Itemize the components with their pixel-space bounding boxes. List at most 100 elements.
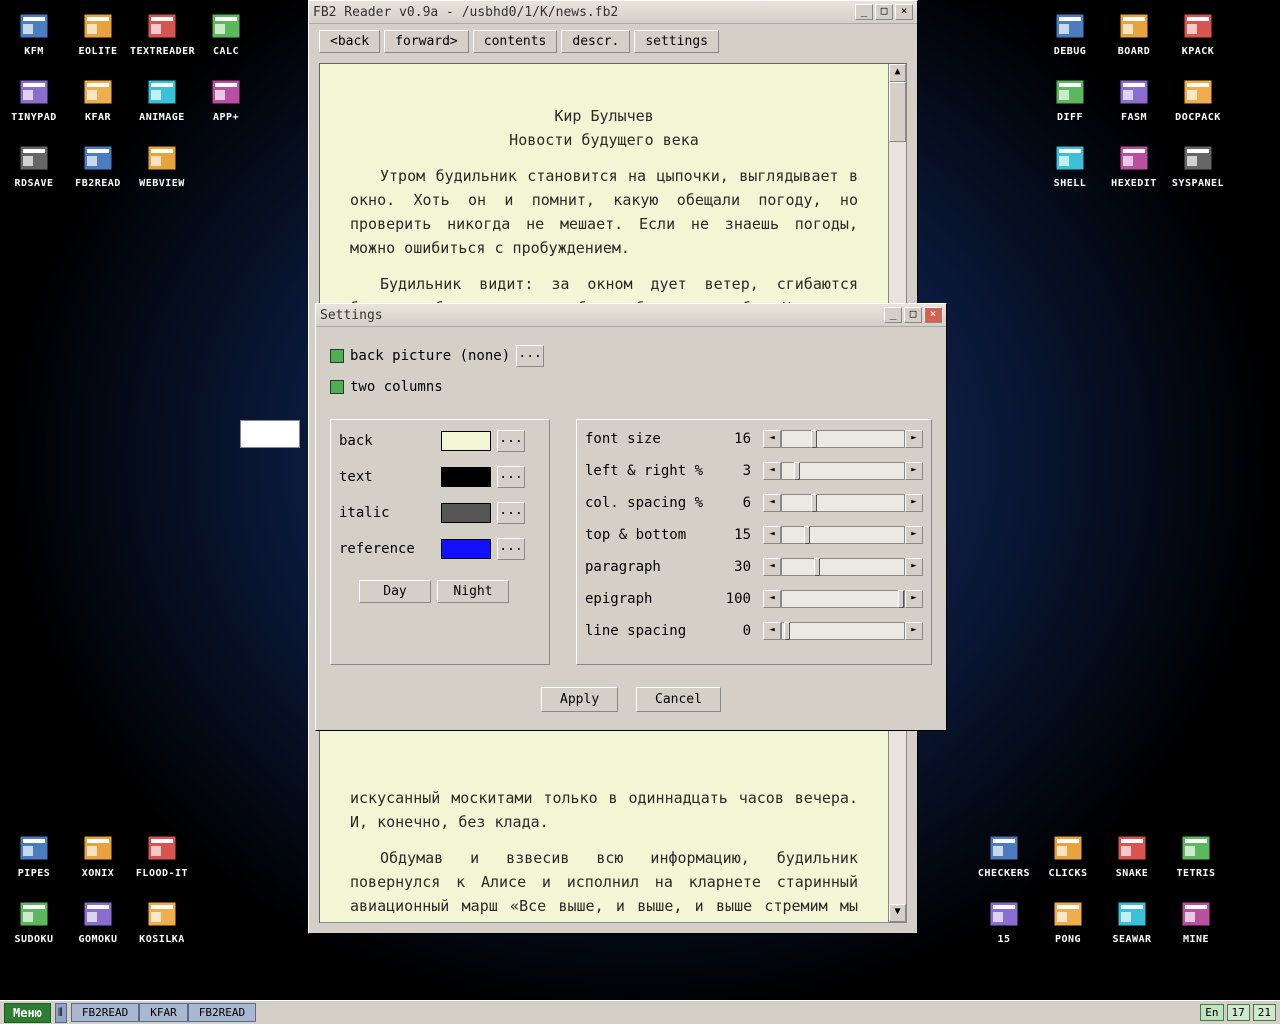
desktop-icon-fasm[interactable]: FASM (1102, 76, 1166, 123)
clock-hours[interactable]: 17 (1227, 1004, 1250, 1021)
desktop-icon-rdsave[interactable]: RDSAVE (2, 142, 66, 189)
slider-increase[interactable]: ► (905, 558, 923, 576)
slider-thumb[interactable] (784, 622, 790, 640)
slider-thumb[interactable] (898, 590, 904, 608)
desktop-icon-syspanel[interactable]: SYSPANEL (1166, 142, 1230, 189)
desktop-icon-kfm[interactable]: KFM (2, 10, 66, 57)
desktop-icon-xonix[interactable]: XONIX (66, 832, 130, 879)
slider-thumb[interactable] (814, 558, 820, 576)
two-columns-checkbox[interactable] (330, 380, 344, 394)
slider-increase[interactable]: ► (905, 526, 923, 544)
scroll-down-button[interactable]: ▼ (889, 904, 906, 922)
slider[interactable]: ◄ ► (763, 558, 923, 576)
slider-track[interactable] (781, 558, 905, 576)
desktop-icon-kosilka[interactable]: KOSILKA (130, 898, 194, 945)
start-menu-button[interactable]: Меню (4, 1003, 51, 1023)
desktop-icon-seawar[interactable]: SEAWAR (1100, 898, 1164, 945)
slider-decrease[interactable]: ◄ (763, 558, 781, 576)
day-button[interactable]: Day (359, 580, 431, 603)
desktop-icon-animage[interactable]: ANIMAGE (130, 76, 194, 123)
desktop-icon-webview[interactable]: WEBVIEW (130, 142, 194, 189)
desktop-icon-hexedit[interactable]: HEXEDIT (1102, 142, 1166, 189)
color-swatch[interactable] (441, 539, 491, 559)
slider-track[interactable] (781, 590, 905, 608)
desktop-icon-kpack[interactable]: KPACK (1166, 10, 1230, 57)
slider-increase[interactable]: ► (905, 622, 923, 640)
slider-increase[interactable]: ► (905, 462, 923, 480)
slider-decrease[interactable]: ◄ (763, 526, 781, 544)
slider-track[interactable] (781, 494, 905, 512)
desktop-icon-docpack[interactable]: DOCPACK (1166, 76, 1230, 123)
desktop-icon-textreader[interactable]: TEXTREADER (130, 10, 194, 57)
slider[interactable]: ◄ ► (763, 462, 923, 480)
apply-button[interactable]: Apply (541, 687, 618, 712)
desktop-icon-board[interactable]: BOARD (1102, 10, 1166, 57)
settings-titlebar[interactable]: Settings _ □ × (316, 304, 946, 327)
slider-track[interactable] (781, 462, 905, 480)
slider-increase[interactable]: ► (905, 430, 923, 448)
desktop-icon-flood-it[interactable]: FLOOD-IT (130, 832, 194, 879)
color-picker-button[interactable]: ... (497, 502, 525, 524)
back-picture-checkbox[interactable] (330, 349, 344, 363)
close-button[interactable]: × (924, 307, 942, 323)
slider[interactable]: ◄ ► (763, 494, 923, 512)
desktop-icon-diff[interactable]: DIFF (1038, 76, 1102, 123)
minimize-button[interactable]: _ (855, 4, 873, 20)
slider-increase[interactable]: ► (905, 590, 923, 608)
color-swatch[interactable] (441, 467, 491, 487)
color-swatch[interactable] (441, 503, 491, 523)
desktop-icon-calc[interactable]: CALC (194, 10, 258, 57)
slider-increase[interactable]: ► (905, 494, 923, 512)
slider-track[interactable] (781, 622, 905, 640)
taskbar-task[interactable]: KFAR (139, 1003, 188, 1022)
desktop-icon-mine[interactable]: MINE (1164, 898, 1228, 945)
desktop-icon-eolite[interactable]: EOLITE (66, 10, 130, 57)
minimize-button[interactable]: _ (884, 307, 902, 323)
slider[interactable]: ◄ ► (763, 430, 923, 448)
back-picture-browse[interactable]: ... (516, 345, 544, 367)
scroll-up-button[interactable]: ▲ (889, 64, 906, 82)
slider[interactable]: ◄ ► (763, 526, 923, 544)
desktop-icon-debug[interactable]: DEBUG (1038, 10, 1102, 57)
slider[interactable]: ◄ ► (763, 590, 923, 608)
color-picker-button[interactable]: ... (497, 430, 525, 452)
desktop-icon-checkers[interactable]: CHECKERS (972, 832, 1036, 879)
slider-decrease[interactable]: ◄ (763, 622, 781, 640)
slider-thumb[interactable] (811, 494, 817, 512)
slider-decrease[interactable]: ◄ (763, 462, 781, 480)
color-picker-button[interactable]: ... (497, 466, 525, 488)
color-picker-button[interactable]: ... (497, 538, 525, 560)
slider-decrease[interactable]: ◄ (763, 590, 781, 608)
contents-button[interactable]: contents (473, 30, 558, 53)
slider-thumb[interactable] (811, 430, 817, 448)
desktop-icon-tetris[interactable]: TETRIS (1164, 832, 1228, 879)
desktop-icon-snake[interactable]: SNAKE (1100, 832, 1164, 879)
scroll-thumb[interactable] (889, 82, 906, 142)
slider-track[interactable] (781, 526, 905, 544)
forward-button[interactable]: forward> (384, 30, 469, 53)
slider[interactable]: ◄ ► (763, 622, 923, 640)
desktop-icon-app+[interactable]: APP+ (194, 76, 258, 123)
task-separator[interactable]: ⦀ (55, 1003, 67, 1023)
desktop-icon-pipes[interactable]: PIPES (2, 832, 66, 879)
taskbar-task[interactable]: FB2READ (71, 1003, 139, 1022)
desktop-icon-fb2read[interactable]: FB2READ (66, 142, 130, 189)
back-button[interactable]: <back (319, 30, 380, 53)
night-button[interactable]: Night (437, 580, 509, 603)
slider-thumb[interactable] (804, 526, 810, 544)
color-swatch[interactable] (441, 431, 491, 451)
clock-minutes[interactable]: 21 (1253, 1004, 1276, 1021)
language-indicator[interactable]: En (1200, 1004, 1223, 1021)
taskbar-task[interactable]: FB2READ (188, 1003, 256, 1022)
desktop-icon-tinypad[interactable]: TINYPAD (2, 76, 66, 123)
desktop-icon-15[interactable]: 15 (972, 898, 1036, 945)
desktop-icon-sudoku[interactable]: SUDOKU (2, 898, 66, 945)
desktop-icon-shell[interactable]: SHELL (1038, 142, 1102, 189)
maximize-button[interactable]: □ (904, 307, 922, 323)
desktop-icon-gomoku[interactable]: GOMOKU (66, 898, 130, 945)
descr-button[interactable]: descr. (561, 30, 630, 53)
close-button[interactable]: × (895, 4, 913, 20)
slider-decrease[interactable]: ◄ (763, 430, 781, 448)
desktop-icon-kfar[interactable]: KFAR (66, 76, 130, 123)
reader-titlebar[interactable]: FB2 Reader v0.9a - /usbhd0/1/K/news.fb2 … (309, 1, 917, 24)
